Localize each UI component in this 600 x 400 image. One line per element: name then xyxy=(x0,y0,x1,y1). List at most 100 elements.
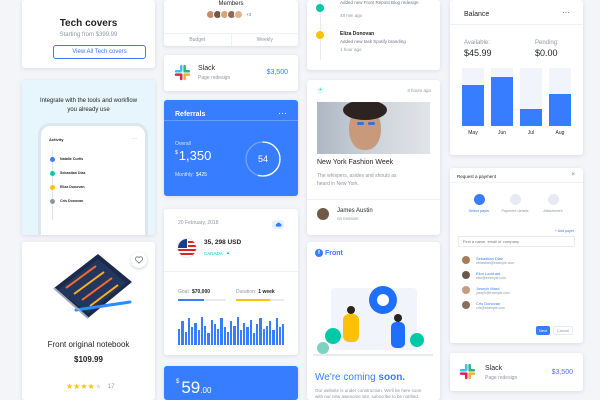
author-name[interactable]: James Austin xyxy=(337,208,373,214)
price-value: 59 xyxy=(181,378,201,397)
avatar xyxy=(462,286,470,294)
payer-search-input[interactable] xyxy=(458,236,575,247)
balance-axis-label: Jul xyxy=(527,130,535,136)
price-card: $ 59 .00 xyxy=(164,366,298,400)
duration-value: 1 week xyxy=(258,289,275,295)
slack-subtitle: Page redesign xyxy=(485,375,518,381)
crypto-bar xyxy=(282,324,285,345)
add-payer-link[interactable]: + Add payer xyxy=(555,229,574,233)
headline-b: soon. xyxy=(378,372,406,383)
article-image xyxy=(317,102,430,154)
crypto-bar xyxy=(210,319,213,345)
close-icon[interactable]: × xyxy=(571,172,575,178)
balance-bar[interactable] xyxy=(520,108,542,126)
activity-text: Added new Front Repost Blog redesign xyxy=(340,0,419,5)
crypto-bar xyxy=(272,330,275,345)
crypto-bar xyxy=(256,324,259,345)
notebook-image xyxy=(46,250,136,327)
fashion-article-card[interactable]: + 3 hours ago New York Fashion Week The … xyxy=(307,80,440,235)
crypto-bar xyxy=(236,316,239,345)
crypto-bar xyxy=(233,325,236,345)
slack-project-card[interactable]: Slack Page redesign $3,500 xyxy=(450,353,583,391)
step-payment-details[interactable]: Payment details xyxy=(500,194,530,213)
goal-progress-track xyxy=(178,299,226,301)
mock-item: Natalie Curtis xyxy=(50,152,85,166)
plus-button[interactable]: + xyxy=(317,87,324,94)
crypto-bar xyxy=(200,316,203,345)
timeline-dot xyxy=(316,31,324,39)
step-select-payer[interactable]: Select payer xyxy=(467,194,491,213)
cancel-button[interactable]: Cancel xyxy=(553,326,573,335)
slack-project-card[interactable]: Slack Page redesign $3,500 xyxy=(164,55,298,91)
crypto-bar xyxy=(204,325,207,345)
more-icon[interactable]: ⋯ xyxy=(278,108,287,119)
balance-bar[interactable] xyxy=(549,94,571,126)
avatar xyxy=(462,271,470,279)
cloud-icon xyxy=(275,222,282,227)
brand-name: Front xyxy=(325,249,343,257)
view-all-tech-covers-button[interactable]: View All Tech covers xyxy=(53,45,146,59)
duration-progress-track xyxy=(236,299,284,301)
crypto-bar xyxy=(191,327,194,345)
next-button[interactable]: Next xyxy=(536,326,550,335)
activity-time: 48 min ago xyxy=(340,13,363,18)
balance-axis-label: Jun xyxy=(497,130,507,136)
notebook-card[interactable]: Front original notebook $109.99 ★ ★ ★ ★ … xyxy=(22,242,155,400)
activity-text: Added new task Spotify branding xyxy=(340,39,406,44)
mock-activity-title: Activity xyxy=(49,136,64,142)
crypto-bar xyxy=(181,321,184,345)
crypto-bar xyxy=(223,327,226,345)
more-icon[interactable]: ⋯ xyxy=(562,8,570,17)
currency-label: CANADA xyxy=(204,250,223,256)
avatar[interactable] xyxy=(234,10,243,19)
member-extra-count: +3 xyxy=(246,12,252,17)
crypto-bar xyxy=(243,322,246,345)
member-avatars[interactable]: +3 xyxy=(206,10,251,19)
payment-title: Request a payment xyxy=(457,174,497,179)
integrate-headline: Integrate with the tools and workflow yo… xyxy=(39,98,138,113)
request-payment-card: Request a payment × Select payer Payment… xyxy=(450,168,583,343)
overall-currency: $ xyxy=(175,150,178,156)
mock-item: Eliza Donovan xyxy=(50,180,85,194)
mock-item: Sebastian Diaz xyxy=(50,166,85,180)
timeline-dot xyxy=(316,4,324,12)
activity-feed-card: Added new Front Repost Blog redesign 48 … xyxy=(307,0,440,70)
tab-budget[interactable]: Budget xyxy=(164,37,231,43)
article-title[interactable]: New York Fashion Week xyxy=(317,159,393,166)
coming-soon-body: Our website is under construction. We'll… xyxy=(315,388,422,399)
star-icon: ★ xyxy=(87,382,95,391)
monthly-value: $425 xyxy=(195,172,208,178)
crypto-bar xyxy=(259,318,262,345)
crypto-bar-chart xyxy=(178,315,285,345)
crypto-bar xyxy=(246,327,249,345)
slack-subtitle: Page redesign xyxy=(198,75,231,81)
product-name[interactable]: Front original notebook xyxy=(22,340,155,349)
available-label: Available: xyxy=(464,40,490,46)
tab-weekly[interactable]: Weekly xyxy=(232,37,299,43)
step-attachment[interactable]: Attachment xyxy=(540,194,566,213)
balance-bar[interactable] xyxy=(462,85,484,126)
rating: ★ ★ ★ ★ ★ 17 xyxy=(66,382,115,391)
referrals-card: Referrals ⋯ Overall $ 1,350 Monthly: $42… xyxy=(164,100,298,196)
balance-bar[interactable] xyxy=(491,76,513,126)
tech-covers-card: Tech covers Starting from $399.99 View A… xyxy=(22,0,155,68)
slack-logo-icon xyxy=(174,64,191,86)
star-icon: ★ xyxy=(73,382,81,391)
crypto-bar xyxy=(262,328,265,345)
crypto-bar xyxy=(269,321,272,345)
crypto-bar xyxy=(275,318,278,345)
crypto-bar xyxy=(184,331,187,345)
more-icon: ⋯ xyxy=(132,136,137,142)
favorite-button[interactable] xyxy=(131,252,147,268)
author-avatar[interactable] xyxy=(317,208,329,220)
crypto-bar xyxy=(226,331,229,345)
goal-label: Goal: xyxy=(178,289,190,295)
slack-logo-icon xyxy=(459,363,476,385)
price-currency: $ xyxy=(176,379,180,385)
cloud-upload-button[interactable] xyxy=(272,220,284,229)
crypto-bar xyxy=(220,318,223,345)
slack-price: $3,500 xyxy=(266,69,288,76)
available-value: $45.99 xyxy=(464,48,492,58)
crypto-bar xyxy=(213,324,216,345)
article-time: 3 hours ago xyxy=(407,88,431,93)
